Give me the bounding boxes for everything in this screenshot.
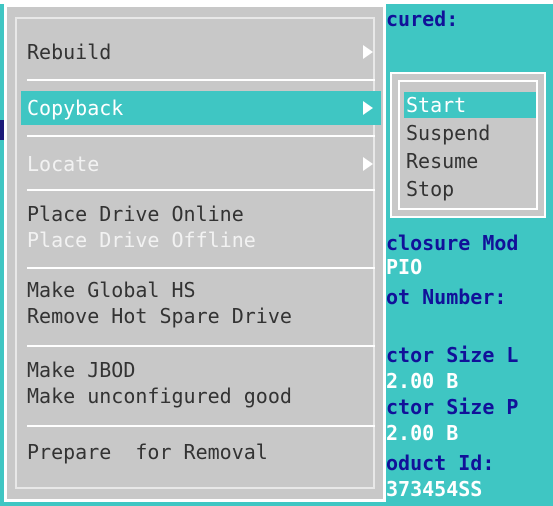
menu-item-place-drive-offline[interactable]: Place Drive Offline — [21, 227, 381, 253]
submenu-arrow-icon — [359, 43, 377, 61]
bg-text-sector-size-l-value: 2.00 B — [386, 369, 459, 393]
bg-text-pio: PIO — [386, 255, 423, 279]
bg-text-sector-size-p-value: 2.00 B — [386, 421, 459, 445]
menu-divider — [27, 425, 375, 427]
menu-item-label: Place Drive Offline — [27, 228, 256, 252]
menu-item-prepare-for-removal[interactable]: Prepare for Removal — [21, 437, 381, 467]
menu-divider — [27, 79, 375, 81]
menu-item-label: Locate — [27, 152, 100, 176]
menu-item-place-drive-online[interactable]: Place Drive Online — [21, 201, 381, 227]
menu-item-copyback[interactable]: Copyback — [21, 91, 381, 125]
menu-item-label: Prepare for Removal — [27, 440, 268, 464]
menu-inner-frame — [15, 17, 375, 489]
submenu-item-stop[interactable]: Stop — [404, 176, 536, 202]
menu-divider — [27, 345, 375, 347]
menu-item-label: Make JBOD — [27, 358, 136, 382]
bg-text-sector-size-p: ctor Size P — [386, 395, 519, 419]
submenu-item-suspend[interactable]: Suspend — [404, 120, 536, 146]
menu-item-label: Place Drive Online — [27, 202, 244, 226]
submenu-item-resume[interactable]: Resume — [404, 148, 536, 174]
menu-item-label: Make unconfigured good — [27, 384, 292, 408]
menu-divider — [27, 267, 375, 269]
submenu-arrow-icon — [359, 99, 377, 117]
menu-divider — [27, 189, 375, 191]
menu-item-label: Remove Hot Spare Drive — [27, 304, 292, 328]
menu-item-rebuild[interactable]: Rebuild — [21, 35, 381, 69]
menu-item-remove-hot-spare[interactable]: Remove Hot Spare Drive — [21, 303, 381, 329]
bg-text-enclosure-mode: closure Mod — [386, 231, 519, 255]
bg-text-slot-number: ot Number: — [386, 285, 507, 309]
menu-item-make-global-hs[interactable]: Make Global HS — [21, 277, 381, 303]
submenu-item-start[interactable]: Start — [404, 92, 536, 118]
menu-item-label: Make Global HS — [27, 278, 196, 302]
menu-divider — [27, 135, 375, 137]
menu-item-make-unconfigured-good[interactable]: Make unconfigured good — [21, 383, 381, 409]
bg-text-product-id-value: 373454SS — [386, 477, 483, 501]
bg-text-sector-size-l: ctor Size L — [386, 343, 519, 367]
bios-screen: cured: closure Mod PIO ot Number: ctor S… — [0, 0, 553, 506]
drive-context-menu: Rebuild Copyback Locate Place Drive Onli… — [4, 4, 386, 502]
menu-item-label: Rebuild — [27, 40, 112, 64]
menu-item-label: Copyback — [27, 96, 124, 120]
bg-text-secured: cured: — [386, 7, 459, 31]
menu-item-make-jbod[interactable]: Make JBOD — [21, 357, 381, 383]
copyback-submenu: Start Suspend Resume Stop — [390, 72, 546, 218]
menu-item-locate[interactable]: Locate — [21, 147, 381, 181]
bg-text-product-id: oduct Id: — [386, 451, 495, 475]
submenu-arrow-icon — [359, 155, 377, 173]
